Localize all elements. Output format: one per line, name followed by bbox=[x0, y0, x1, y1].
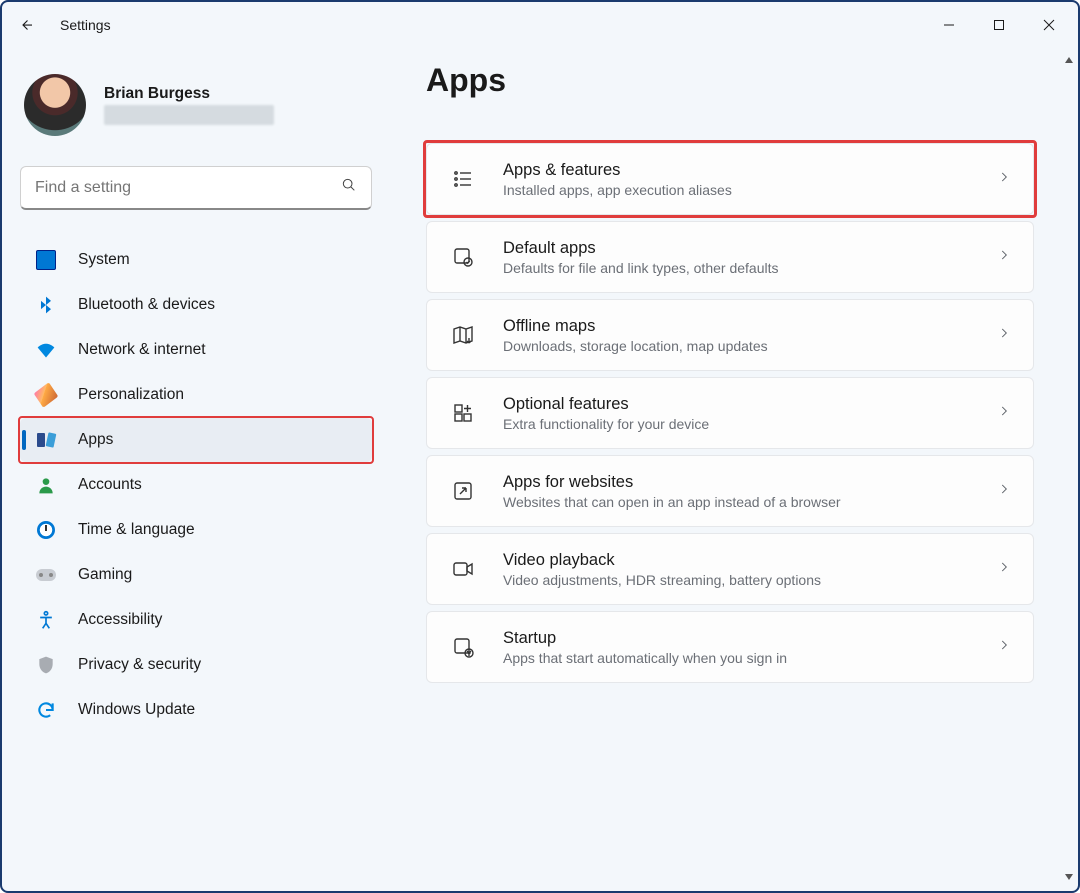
sidebar-item-apps[interactable]: Apps bbox=[20, 418, 372, 462]
bluetooth-icon bbox=[36, 295, 56, 315]
chevron-right-icon bbox=[997, 404, 1011, 423]
system-icon bbox=[36, 250, 56, 270]
tile-title: Apps for websites bbox=[503, 473, 971, 492]
accessibility-icon bbox=[36, 610, 56, 630]
tile-title: Optional features bbox=[503, 395, 971, 414]
sidebar-item-label: System bbox=[78, 251, 130, 269]
sidebar-item-network[interactable]: Network & internet bbox=[20, 328, 372, 372]
scrollbar[interactable] bbox=[1060, 48, 1078, 891]
sidebar-item-label: Personalization bbox=[78, 386, 184, 404]
main-content: Apps Apps & features Installed apps, app… bbox=[390, 48, 1078, 891]
profile-name: Brian Burgess bbox=[104, 85, 274, 103]
link-app-icon bbox=[449, 477, 477, 505]
back-arrow-icon bbox=[17, 16, 35, 34]
update-icon bbox=[36, 700, 56, 720]
sidebar-item-personalization[interactable]: Personalization bbox=[20, 373, 372, 417]
nav-list: System Bluetooth & devices Network & int… bbox=[20, 238, 372, 732]
wifi-icon bbox=[36, 340, 56, 360]
tile-subtitle: Apps that start automatically when you s… bbox=[503, 650, 971, 666]
back-button[interactable] bbox=[6, 5, 46, 45]
sidebar: Brian Burgess System Bluetooth & devices bbox=[2, 48, 390, 891]
search-icon bbox=[341, 177, 357, 198]
tile-title: Apps & features bbox=[503, 161, 971, 180]
tile-subtitle: Extra functionality for your device bbox=[503, 416, 971, 432]
sidebar-item-system[interactable]: System bbox=[20, 238, 372, 282]
sidebar-item-bluetooth[interactable]: Bluetooth & devices bbox=[20, 283, 372, 327]
sidebar-item-label: Privacy & security bbox=[78, 656, 201, 674]
minimize-button[interactable] bbox=[924, 7, 974, 43]
sidebar-item-label: Windows Update bbox=[78, 701, 195, 719]
page-title: Apps bbox=[426, 62, 1034, 99]
sidebar-item-accessibility[interactable]: Accessibility bbox=[20, 598, 372, 642]
shield-icon bbox=[36, 655, 56, 675]
sidebar-item-accounts[interactable]: Accounts bbox=[20, 463, 372, 507]
tile-title: Default apps bbox=[503, 239, 971, 258]
sidebar-item-label: Bluetooth & devices bbox=[78, 296, 215, 314]
search-input[interactable] bbox=[35, 179, 341, 197]
sidebar-item-label: Accounts bbox=[78, 476, 142, 494]
apps-icon bbox=[36, 430, 56, 450]
tile-title: Startup bbox=[503, 629, 971, 648]
tile-title: Video playback bbox=[503, 551, 971, 570]
tile-list: Apps & features Installed apps, app exec… bbox=[426, 143, 1034, 683]
tile-subtitle: Downloads, storage location, map updates bbox=[503, 338, 971, 354]
close-button[interactable] bbox=[1024, 7, 1074, 43]
tile-optional-features[interactable]: Optional features Extra functionality fo… bbox=[426, 377, 1034, 449]
search-box[interactable] bbox=[20, 166, 372, 210]
sidebar-item-privacy[interactable]: Privacy & security bbox=[20, 643, 372, 687]
chevron-right-icon bbox=[997, 326, 1011, 345]
sidebar-item-time[interactable]: Time & language bbox=[20, 508, 372, 552]
tile-subtitle: Video adjustments, HDR streaming, batter… bbox=[503, 572, 971, 588]
scroll-down-icon[interactable] bbox=[1064, 869, 1074, 887]
personalization-icon bbox=[36, 385, 56, 405]
map-icon bbox=[449, 321, 477, 349]
window-title: Settings bbox=[60, 17, 111, 33]
window-controls bbox=[924, 7, 1074, 43]
clock-icon bbox=[36, 520, 56, 540]
tile-subtitle: Installed apps, app execution aliases bbox=[503, 182, 971, 198]
startup-icon bbox=[449, 633, 477, 661]
tile-apps-websites[interactable]: Apps for websites Websites that can open… bbox=[426, 455, 1034, 527]
default-apps-icon bbox=[449, 243, 477, 271]
sidebar-item-update[interactable]: Windows Update bbox=[20, 688, 372, 732]
optional-features-icon bbox=[449, 399, 477, 427]
sidebar-item-gaming[interactable]: Gaming bbox=[20, 553, 372, 597]
profile-email-redacted bbox=[104, 105, 274, 125]
sidebar-item-label: Apps bbox=[78, 431, 113, 449]
tile-default-apps[interactable]: Default apps Defaults for file and link … bbox=[426, 221, 1034, 293]
sidebar-item-label: Network & internet bbox=[78, 341, 206, 359]
accounts-icon bbox=[36, 475, 56, 495]
tile-subtitle: Defaults for file and link types, other … bbox=[503, 260, 971, 276]
scroll-up-icon[interactable] bbox=[1064, 52, 1074, 70]
titlebar: Settings bbox=[2, 2, 1078, 48]
chevron-right-icon bbox=[997, 248, 1011, 267]
annotation-highlight bbox=[18, 416, 374, 464]
tile-offline-maps[interactable]: Offline maps Downloads, storage location… bbox=[426, 299, 1034, 371]
tile-subtitle: Websites that can open in an app instead… bbox=[503, 494, 971, 510]
sidebar-item-label: Time & language bbox=[78, 521, 195, 539]
tile-apps-features[interactable]: Apps & features Installed apps, app exec… bbox=[426, 143, 1034, 215]
chevron-right-icon bbox=[997, 482, 1011, 501]
tile-title: Offline maps bbox=[503, 317, 971, 336]
settings-window: Settings Brian Burgess bbox=[0, 0, 1080, 893]
video-icon bbox=[449, 555, 477, 583]
maximize-button[interactable] bbox=[974, 7, 1024, 43]
chevron-right-icon bbox=[997, 560, 1011, 579]
profile-block[interactable]: Brian Burgess bbox=[20, 68, 372, 142]
tile-video-playback[interactable]: Video playback Video adjustments, HDR st… bbox=[426, 533, 1034, 605]
avatar bbox=[24, 74, 86, 136]
sidebar-item-label: Gaming bbox=[78, 566, 132, 584]
chevron-right-icon bbox=[997, 638, 1011, 657]
gamepad-icon bbox=[36, 565, 56, 585]
sidebar-item-label: Accessibility bbox=[78, 611, 162, 629]
chevron-right-icon bbox=[997, 170, 1011, 189]
list-icon bbox=[449, 165, 477, 193]
tile-startup[interactable]: Startup Apps that start automatically wh… bbox=[426, 611, 1034, 683]
